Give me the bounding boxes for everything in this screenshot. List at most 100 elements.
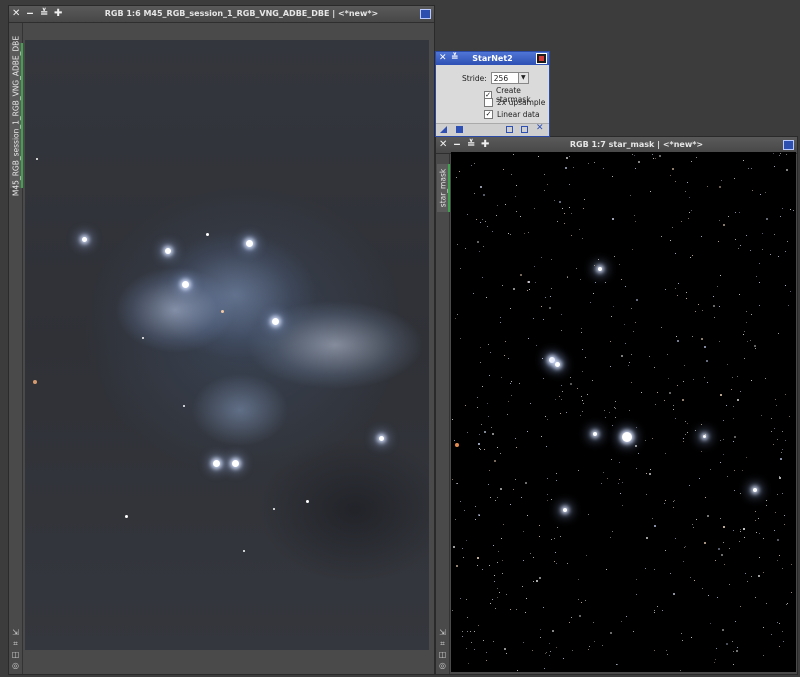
chevron-down-icon[interactable]: ▼	[517, 73, 528, 83]
maximize-icon[interactable]: ✚	[54, 6, 62, 22]
restore-icon[interactable]	[420, 9, 431, 19]
nebula-view-tab[interactable]: M45_RGB_session_1_RGB_VNG_ADBE_DBE	[10, 35, 23, 196]
star	[479, 362, 481, 364]
star	[759, 282, 761, 284]
reset-icon[interactable]	[521, 126, 528, 133]
star	[477, 565, 479, 567]
nebula-image[interactable]	[25, 40, 429, 650]
star	[718, 547, 721, 550]
star	[650, 468, 652, 470]
starmask-view-tab[interactable]: star_mask	[437, 164, 450, 212]
star	[725, 404, 727, 406]
starnet2-dialog[interactable]: ✕ ≚ StarNet2 Stride: 256 ▼ ✓ Create star…	[435, 51, 550, 137]
grid-icon[interactable]: ⌗	[13, 639, 18, 648]
upsample-option[interactable]: 2x upsample	[484, 98, 545, 107]
star	[706, 185, 708, 187]
target-icon[interactable]: ◎	[12, 661, 19, 670]
nebula-window-titlebar[interactable]: ✕ ‒ ≚ ✚ RGB 1:6 M45_RGB_session_1_RGB_VN…	[9, 6, 434, 23]
star	[669, 175, 671, 177]
star	[703, 376, 705, 378]
starmask-image[interactable]	[451, 152, 796, 672]
star	[612, 218, 615, 221]
star	[489, 565, 491, 567]
star	[506, 594, 508, 596]
browse-docs-icon[interactable]	[506, 126, 513, 133]
star	[783, 640, 785, 642]
close-icon[interactable]: ✕	[12, 6, 20, 22]
star	[688, 211, 690, 213]
starnet2-titlebar[interactable]: ✕ ≚ StarNet2	[436, 52, 549, 65]
apply-icon[interactable]	[456, 126, 463, 133]
star	[765, 218, 768, 221]
minimize-icon[interactable]: ‒	[453, 137, 461, 153]
star	[580, 396, 582, 398]
star	[765, 191, 767, 193]
upsample-checkbox[interactable]	[484, 98, 493, 107]
star	[581, 411, 583, 413]
star	[771, 634, 772, 636]
star	[618, 462, 620, 464]
star	[750, 576, 752, 578]
shade-icon[interactable]: ≚	[467, 137, 475, 153]
star	[686, 423, 688, 425]
star	[36, 158, 38, 160]
star	[493, 460, 496, 463]
star	[521, 585, 523, 587]
linear-data-checkbox[interactable]: ✓	[484, 110, 493, 119]
linear-data-option[interactable]: ✓ Linear data	[484, 110, 540, 119]
star	[677, 295, 679, 297]
star	[486, 296, 488, 298]
close-icon[interactable]: ✕	[439, 137, 447, 153]
new-instance-icon[interactable]	[440, 126, 447, 133]
star	[672, 507, 674, 509]
preview-icon[interactable]: ◫	[439, 650, 447, 659]
maximize-icon[interactable]: ✚	[481, 137, 489, 153]
minimize-icon[interactable]: ‒	[26, 6, 34, 22]
star	[783, 514, 785, 516]
star	[719, 341, 721, 343]
star	[778, 154, 780, 156]
star	[732, 641, 734, 643]
restore-icon[interactable]	[783, 140, 794, 150]
star	[629, 361, 631, 363]
star	[683, 437, 685, 439]
star	[482, 276, 484, 278]
star	[477, 406, 479, 408]
star	[527, 289, 529, 291]
star	[306, 500, 309, 503]
shade-icon[interactable]: ≚	[40, 6, 48, 22]
star	[792, 210, 794, 212]
star	[466, 631, 468, 633]
star	[565, 412, 567, 414]
zoom-fit-icon[interactable]: ⇲	[439, 628, 446, 637]
star	[613, 306, 615, 308]
star	[566, 563, 568, 565]
star	[761, 248, 763, 250]
star	[566, 276, 568, 278]
star	[634, 220, 636, 222]
star	[781, 451, 783, 453]
star	[645, 439, 647, 441]
target-icon[interactable]: ◎	[439, 661, 446, 670]
zoom-fit-icon[interactable]: ⇲	[12, 628, 19, 637]
star	[733, 406, 735, 408]
star	[561, 329, 563, 331]
process-icon[interactable]	[536, 53, 547, 64]
star	[691, 523, 693, 525]
preferences-icon[interactable]: ✕	[536, 124, 544, 133]
star	[463, 557, 465, 559]
star	[481, 569, 483, 571]
preview-icon[interactable]: ◫	[12, 650, 20, 659]
star	[735, 238, 737, 240]
star	[615, 417, 617, 419]
star	[534, 207, 536, 209]
star	[714, 661, 716, 663]
star	[605, 281, 607, 283]
star	[604, 416, 606, 418]
star	[460, 500, 462, 502]
star	[734, 178, 736, 180]
star	[705, 497, 707, 499]
grid-icon[interactable]: ⌗	[440, 639, 445, 648]
star	[483, 449, 485, 451]
stride-select[interactable]: 256 ▼	[490, 72, 529, 84]
